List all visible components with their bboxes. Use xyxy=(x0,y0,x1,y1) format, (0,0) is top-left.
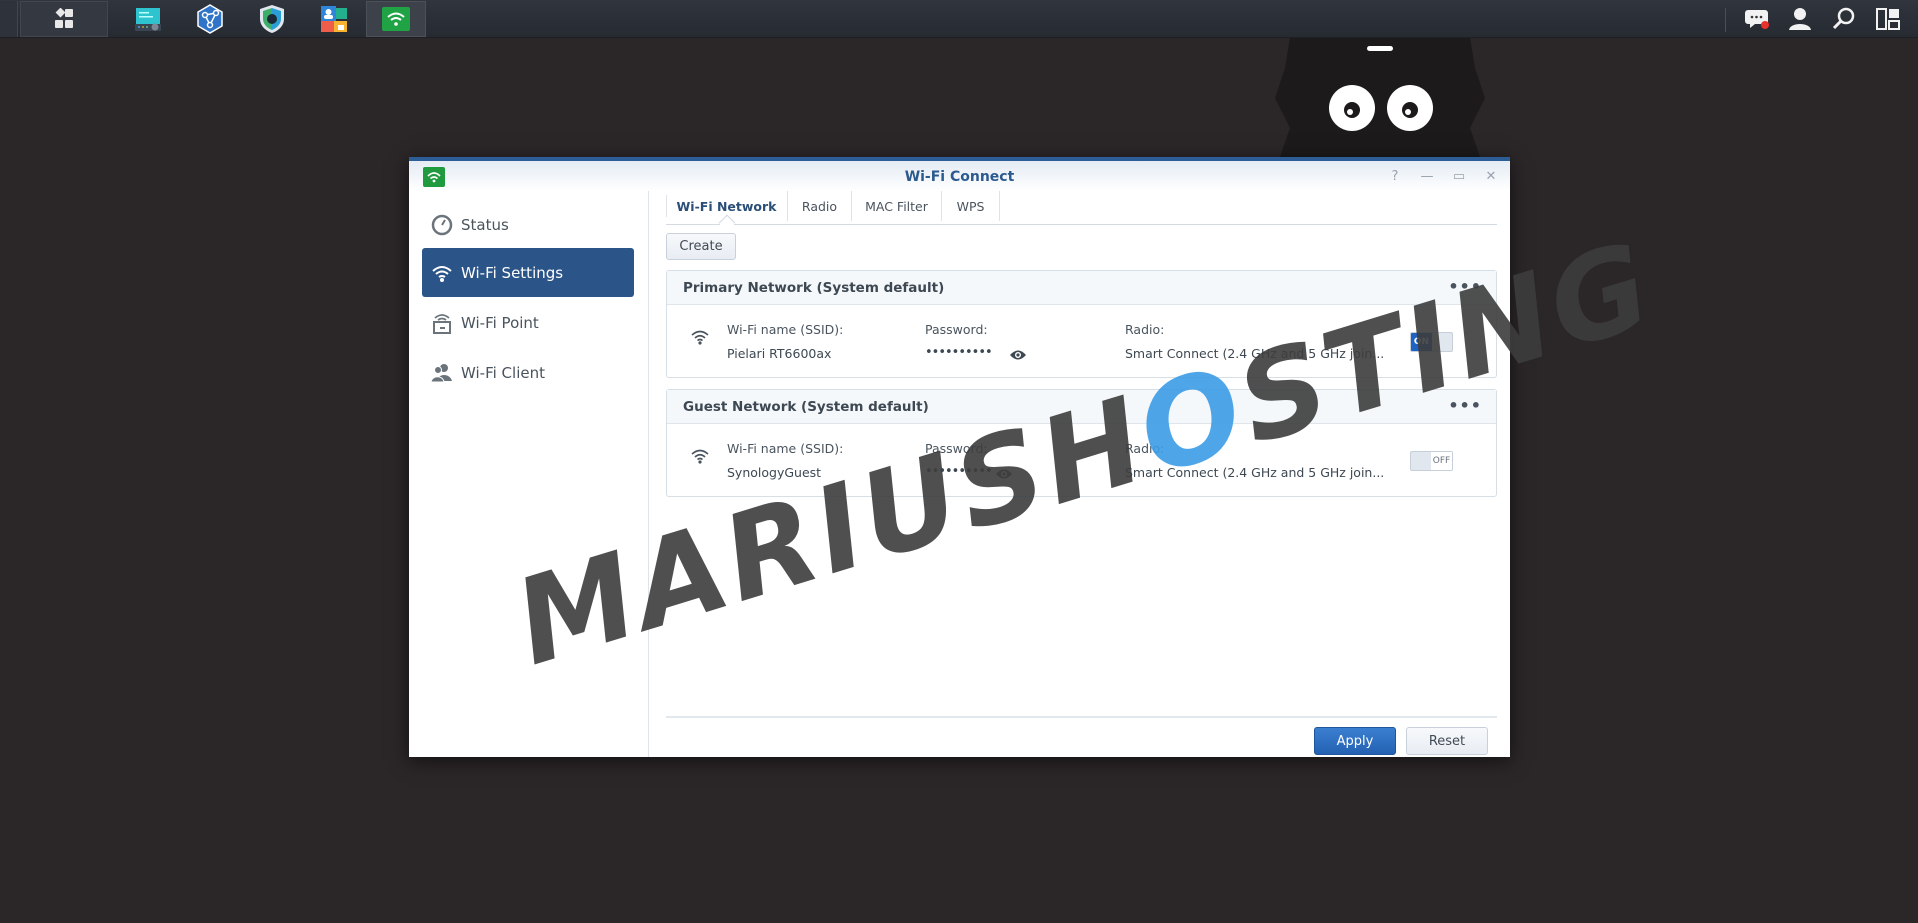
password-label: Password: xyxy=(925,441,988,456)
more-options-button[interactable]: ••• xyxy=(1448,277,1482,296)
panel-header: Primary Network (System default) ••• xyxy=(667,271,1496,305)
control-panel-icon xyxy=(321,6,347,32)
toggle-off-label: OFF xyxy=(1431,452,1452,470)
grid-menu-icon xyxy=(55,8,73,28)
help-icon: ? xyxy=(1391,168,1399,184)
password-value: •••••••••• xyxy=(925,464,993,479)
sidebar-item-wifi-point[interactable]: Wi-Fi Point xyxy=(422,298,634,347)
radio-label: Radio: xyxy=(1125,441,1165,456)
sidebar-item-label: Wi-Fi Client xyxy=(461,363,545,382)
wifi-point-icon xyxy=(431,312,453,334)
reset-button[interactable]: Reset xyxy=(1406,727,1488,755)
window-titlebar[interactable]: Wi-Fi Connect ? — ▭ ✕ xyxy=(409,161,1510,191)
minimize-icon: — xyxy=(1420,168,1434,184)
tab-bar: Wi-Fi Network Radio MAC Filter WPS xyxy=(666,191,1497,232)
show-password-icon[interactable] xyxy=(996,468,1012,480)
sidebar-item-label: Status xyxy=(461,215,509,234)
sidebar-item-label: Wi-Fi Point xyxy=(461,313,539,332)
taskbar-app-wifi-connect[interactable] xyxy=(366,1,426,37)
search-button[interactable] xyxy=(1824,0,1864,38)
taskbar-app-security-advisor[interactable] xyxy=(242,1,302,37)
wifi-icon xyxy=(431,262,453,284)
panel-header: Guest Network (System default) ••• xyxy=(667,390,1496,424)
notifications-icon xyxy=(1745,10,1769,29)
wifi-icon xyxy=(691,449,709,464)
network-panel-primary: Primary Network (System default) ••• Wi-… xyxy=(666,270,1497,378)
taskbar-app-control-panel[interactable] xyxy=(304,1,364,37)
window-title: Wi-Fi Connect xyxy=(904,169,1015,185)
taskbar-show-desktop[interactable] xyxy=(0,1,18,37)
sidebar-item-wifi-settings[interactable]: Wi-Fi Settings xyxy=(422,248,634,297)
sidebar-item-label: Wi-Fi Settings xyxy=(461,263,564,282)
radio-value: Smart Connect (2.4 GHz and 5 GHz join... xyxy=(1125,465,1385,480)
storage-icon xyxy=(135,8,161,31)
more-icon: ••• xyxy=(1448,277,1482,296)
gauge-icon xyxy=(431,214,453,236)
user-button[interactable] xyxy=(1780,0,1820,38)
maximize-button[interactable]: ▭ xyxy=(1449,167,1469,185)
radio-label: Radio: xyxy=(1125,322,1165,337)
tab-wps[interactable]: WPS xyxy=(942,191,1000,221)
wifi-icon xyxy=(382,7,410,31)
close-button[interactable]: ✕ xyxy=(1481,167,1501,185)
shield-icon xyxy=(260,5,284,33)
users-icon xyxy=(431,362,453,384)
sidebar: Status Wi-Fi Settings Wi-Fi Point Wi-Fi … xyxy=(409,191,649,757)
tab-mac-filter[interactable]: MAC Filter xyxy=(852,191,942,221)
minimize-button[interactable]: — xyxy=(1417,167,1437,185)
maximize-icon: ▭ xyxy=(1452,168,1466,184)
widgets-icon xyxy=(1876,8,1900,30)
network-icon xyxy=(197,4,223,34)
main-menu-button[interactable] xyxy=(20,1,108,37)
close-icon: ✕ xyxy=(1485,168,1497,184)
user-icon xyxy=(1789,8,1811,30)
ssid-label: Wi-Fi name (SSID): xyxy=(727,322,844,337)
more-options-button[interactable]: ••• xyxy=(1448,396,1482,415)
network-panel-guest: Guest Network (System default) ••• Wi-Fi… xyxy=(666,389,1497,497)
more-icon: ••• xyxy=(1448,396,1482,415)
sidebar-item-status[interactable]: Status xyxy=(422,200,634,249)
search-icon xyxy=(1832,7,1855,30)
password-label: Password: xyxy=(925,322,988,337)
radio-value: Smart Connect (2.4 GHz and 5 GHz join... xyxy=(1125,346,1385,361)
notification-badge xyxy=(1761,21,1769,29)
taskbar-app-storage-manager[interactable] xyxy=(118,1,178,37)
show-password-icon[interactable] xyxy=(1010,349,1026,361)
footer-divider xyxy=(666,716,1497,718)
wifi-connect-window: Wi-Fi Connect ? — ▭ ✕ Status Wi-Fi Setti… xyxy=(409,157,1510,757)
sidebar-item-wifi-client[interactable]: Wi-Fi Client xyxy=(422,348,634,397)
help-button[interactable]: ? xyxy=(1385,167,1405,185)
password-value: •••••••••• xyxy=(925,345,993,360)
taskbar-separator xyxy=(1725,8,1726,32)
desktop-wallpaper-mascot xyxy=(1275,38,1485,157)
network-toggle[interactable]: ON xyxy=(1410,332,1453,352)
taskbar xyxy=(0,0,1918,38)
notifications-button[interactable] xyxy=(1738,0,1778,38)
wifi-icon xyxy=(691,330,709,345)
ssid-value: SynologyGuest xyxy=(727,465,822,480)
ssid-value: Pielari RT6600ax xyxy=(727,346,832,361)
create-button[interactable]: Create xyxy=(666,233,736,260)
panel-title: Primary Network (System default) xyxy=(683,280,945,296)
widgets-button[interactable] xyxy=(1868,0,1908,38)
apply-button[interactable]: Apply xyxy=(1314,727,1396,755)
tab-radio[interactable]: Radio xyxy=(788,191,852,221)
taskbar-app-network-center[interactable] xyxy=(180,1,240,37)
panel-title: Guest Network (System default) xyxy=(683,399,929,415)
toggle-on-label: ON xyxy=(1411,333,1432,351)
ssid-label: Wi-Fi name (SSID): xyxy=(727,441,844,456)
network-toggle[interactable]: OFF xyxy=(1410,451,1453,471)
